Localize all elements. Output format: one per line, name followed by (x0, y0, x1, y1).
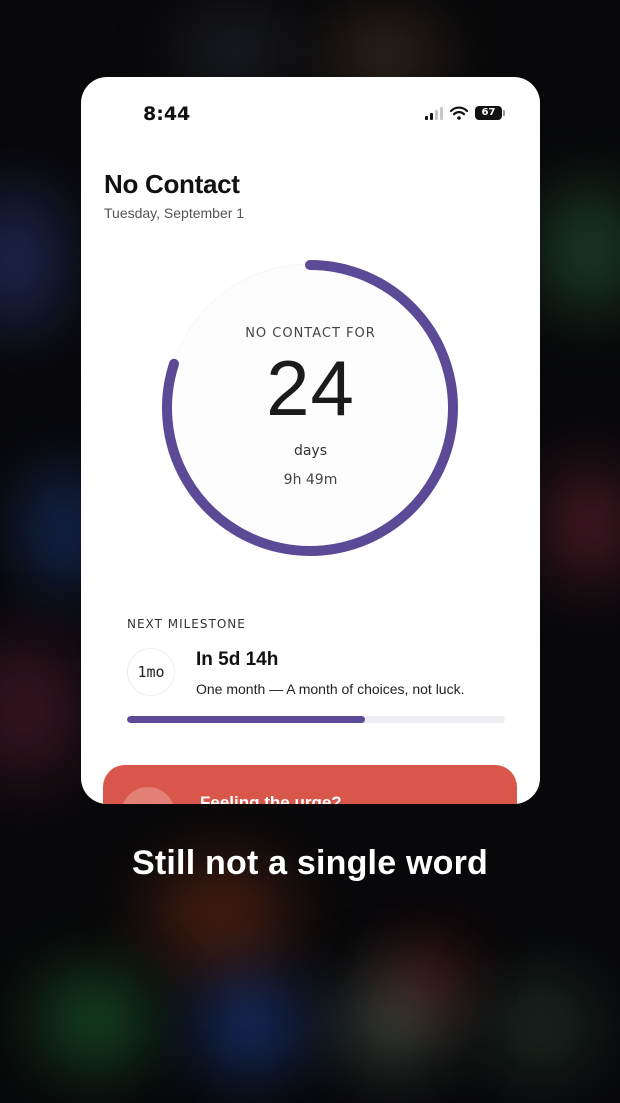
background-blur (490, 980, 590, 1070)
urge-button-label: Feeling the urge? (200, 793, 342, 804)
milestone-badge: 1mo (127, 648, 175, 696)
urge-button[interactable]: Feeling the urge? (103, 765, 517, 804)
milestone-title: In 5d 14h (196, 649, 279, 670)
background-blur (400, 950, 460, 1000)
background-blur (545, 190, 620, 310)
background-blur (0, 640, 80, 780)
video-caption: Still not a single word (132, 844, 488, 882)
milestone-label: NEXT MILESTONE (127, 617, 246, 631)
battery-icon: 67 (475, 106, 505, 120)
counter-days: 24 (266, 344, 355, 432)
page-date: Tuesday, September 1 (104, 205, 245, 221)
background-blur (550, 470, 620, 580)
counter-unit: days (293, 443, 328, 459)
counter-caption: NO CONTACT FOR (245, 326, 376, 341)
background-blur (40, 975, 150, 1065)
signal-icon (425, 106, 443, 120)
urge-icon (121, 787, 175, 804)
background-blur (200, 980, 300, 1070)
wifi-icon (450, 106, 468, 120)
page-title: No Contact (104, 169, 240, 199)
background-blur (180, 20, 290, 80)
milestone-progress-fill (127, 716, 366, 723)
background-blur (330, 25, 440, 85)
status-icons: 67 (425, 106, 505, 120)
milestone-description: One month — A month of choices, not luck… (196, 681, 465, 697)
app-switcher-screen: 8:44 67 No Contact Tuesday, September 1 … (0, 0, 620, 1103)
background-blur (0, 190, 60, 330)
app-card[interactable]: 8:44 67 No Contact Tuesday, September 1 … (81, 77, 540, 804)
counter-time: 9h 49m (283, 472, 338, 488)
status-time: 8:44 (143, 103, 191, 125)
milestone-progress-bar (127, 716, 505, 723)
